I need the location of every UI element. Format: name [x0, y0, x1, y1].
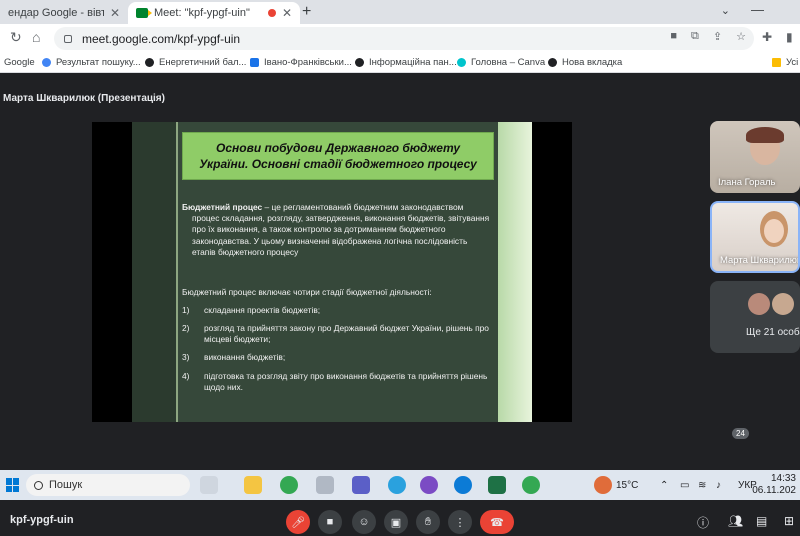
teams-icon[interactable]: [352, 476, 370, 494]
meet-controls: kpf-ypgf-uin 🎤︎ ■ ☺ ▣ ✋︎ ⋮ ☎ ⓘ 👥︎ ▤ ⊞: [0, 506, 800, 536]
home-icon[interactable]: ⌂: [32, 29, 40, 45]
clock[interactable]: 14:33 06.11.202: [752, 473, 796, 497]
bookmark-canva[interactable]: Головна – Canva: [457, 57, 545, 68]
excel-icon[interactable]: [488, 476, 506, 494]
telegram-icon[interactable]: [388, 476, 406, 494]
edge-icon[interactable]: [454, 476, 472, 494]
participant-name: Ілана Гораль: [718, 177, 776, 188]
chrome-active-icon[interactable]: [522, 476, 540, 494]
extensions-icon[interactable]: ✚: [762, 30, 772, 44]
page-icon: [250, 58, 259, 67]
recording-icon: [267, 9, 276, 17]
globe-icon: [355, 58, 364, 67]
browser-toolbar: ↻ ⌂ meet.google.com/kpf-ypgf-uin ■ ⧉ ⇪ ☆…: [0, 24, 800, 53]
canva-icon: [457, 58, 466, 67]
bookmark-new-tab[interactable]: Нова вкладка: [548, 57, 622, 68]
tab-meet[interactable]: Meet: "kpf-ypgf-uin" ✕: [128, 2, 300, 24]
reload-icon[interactable]: ↻: [10, 29, 22, 46]
slide: Основи побудови Державного бюджету Украї…: [132, 122, 532, 422]
tab-search-icon[interactable]: ⌄: [721, 4, 730, 17]
slide-stage-item: 2) розгляд та прийняття закону про Держа…: [182, 323, 489, 345]
info-icon[interactable]: ⓘ: [697, 514, 709, 531]
mic-off-icon[interactable]: 🎤︎: [286, 510, 310, 534]
emoji-icon[interactable]: ☺: [352, 510, 376, 534]
participant-name: Марта Шкварилюк: [720, 255, 800, 266]
chat-icon[interactable]: ▤: [756, 514, 767, 528]
tab-title: Meet: "kpf-ypgf-uin": [154, 7, 250, 19]
minimize-window-button[interactable]: —: [751, 2, 764, 17]
windows-start-icon[interactable]: [6, 478, 20, 492]
bookmark-energy[interactable]: Енергетичний бал...: [145, 57, 246, 68]
presentation-area: Основи побудови Державного бюджету Украї…: [92, 122, 572, 422]
file-explorer-icon[interactable]: [244, 476, 262, 494]
wifi-icon[interactable]: ≋: [698, 480, 706, 491]
meet-favicon-icon: [136, 8, 152, 18]
taskbar: Пошук 15°C ⌃ ▭ ≋ ♪ УКР 14:33 06.11.202: [0, 470, 800, 500]
viber-icon[interactable]: [420, 476, 438, 494]
presenter-label: Марта Шкварилюк (Презентація): [3, 93, 165, 104]
slide-definition: Бюджетний процес – це регламентований бю…: [182, 202, 490, 257]
tab-title: ендар Google - вівторок, 7: [8, 7, 104, 19]
more-participants-label: Ще 21 особа: [746, 327, 800, 338]
globe-icon: [548, 58, 557, 67]
participant-video: [764, 219, 784, 243]
search-icon: [34, 480, 43, 490]
meeting-code: kpf-ypgf-uin: [10, 514, 74, 526]
slide-intro: Бюджетний процес включає чотири стадії б…: [182, 287, 432, 297]
share-icon[interactable]: ⇪: [713, 30, 722, 43]
raise-hand-icon[interactable]: ✋︎: [416, 510, 440, 534]
camera-icon[interactable]: ■: [670, 30, 677, 43]
taskbar-search[interactable]: Пошук: [26, 474, 190, 496]
bookmark-info-panel[interactable]: Інформаційна пан...: [355, 57, 457, 68]
bookmark-google[interactable]: Google: [4, 57, 35, 68]
new-tab-button[interactable]: +: [302, 3, 311, 21]
participant-tile[interactable]: Ілана Гораль: [710, 121, 800, 193]
bookmark-all[interactable]: Усі: [772, 57, 798, 68]
weather-icon: [594, 476, 612, 494]
google-icon: [42, 58, 51, 67]
tab-bar: ендар Google - вівторок, 7 ✕ Meet: "kpf-…: [0, 0, 800, 24]
bookmark-ivano-frankivsk[interactable]: Івано-Франківськи...: [250, 57, 352, 68]
task-view-icon[interactable]: [200, 476, 218, 494]
close-tab-icon[interactable]: ✕: [110, 6, 120, 20]
people-icon[interactable]: 👥︎: [728, 514, 743, 528]
slide-stage-item: 3) виконання бюджетів;: [182, 352, 286, 362]
address-bar[interactable]: meet.google.com/kpf-ypgf-uin ■ ⧉ ⇪ ☆: [54, 27, 754, 50]
slide-title: Основи побудови Державного бюджету Украї…: [182, 132, 494, 180]
meet-stage: Марта Шкварилюк (Презентація) Основи поб…: [0, 73, 800, 536]
volume-icon[interactable]: ♪: [716, 480, 721, 491]
temperature: 15°C: [616, 480, 639, 491]
slide-stage-item: 4) підготовка та розгляд звіту про викон…: [182, 371, 488, 393]
globe-icon: [145, 58, 154, 67]
slide-stage-item: 1) складання проектів бюджетів;: [182, 305, 321, 315]
open-in-window-icon[interactable]: ⧉: [691, 30, 699, 43]
participant-tile[interactable]: Марта Шкварилюк: [710, 201, 800, 273]
tab-google-calendar[interactable]: ендар Google - вівторок, 7 ✕: [0, 2, 128, 24]
tray-chevron-icon[interactable]: ⌃: [660, 480, 668, 491]
lock-icon: [64, 34, 72, 43]
close-tab-icon[interactable]: ✕: [282, 6, 292, 20]
more-participants-tile[interactable]: Ще 21 особа: [710, 281, 800, 353]
present-icon[interactable]: ▣: [384, 510, 408, 534]
more-options-icon[interactable]: ⋮: [448, 510, 472, 534]
folder-icon: [772, 58, 781, 67]
avatar: [748, 293, 770, 315]
network-icon[interactable]: ▭: [680, 480, 689, 491]
bookmark-search-result[interactable]: Результат пошуку...: [42, 57, 141, 68]
sidebar-icon[interactable]: ▮: [786, 30, 793, 44]
activities-icon[interactable]: ⊞: [784, 514, 794, 528]
notepad-icon[interactable]: [316, 476, 334, 494]
url-text: meet.google.com/kpf-ypgf-uin: [82, 31, 241, 46]
bookmark-star-icon[interactable]: ☆: [736, 30, 746, 43]
hang-up-button[interactable]: ☎: [480, 510, 514, 534]
chrome-icon[interactable]: [280, 476, 298, 494]
bookmarks-bar: Google Результат пошуку... Енергетичний …: [0, 53, 800, 73]
participants-count-badge: 24: [732, 428, 749, 439]
camera-icon[interactable]: ■: [318, 510, 342, 534]
avatar: [772, 293, 794, 315]
